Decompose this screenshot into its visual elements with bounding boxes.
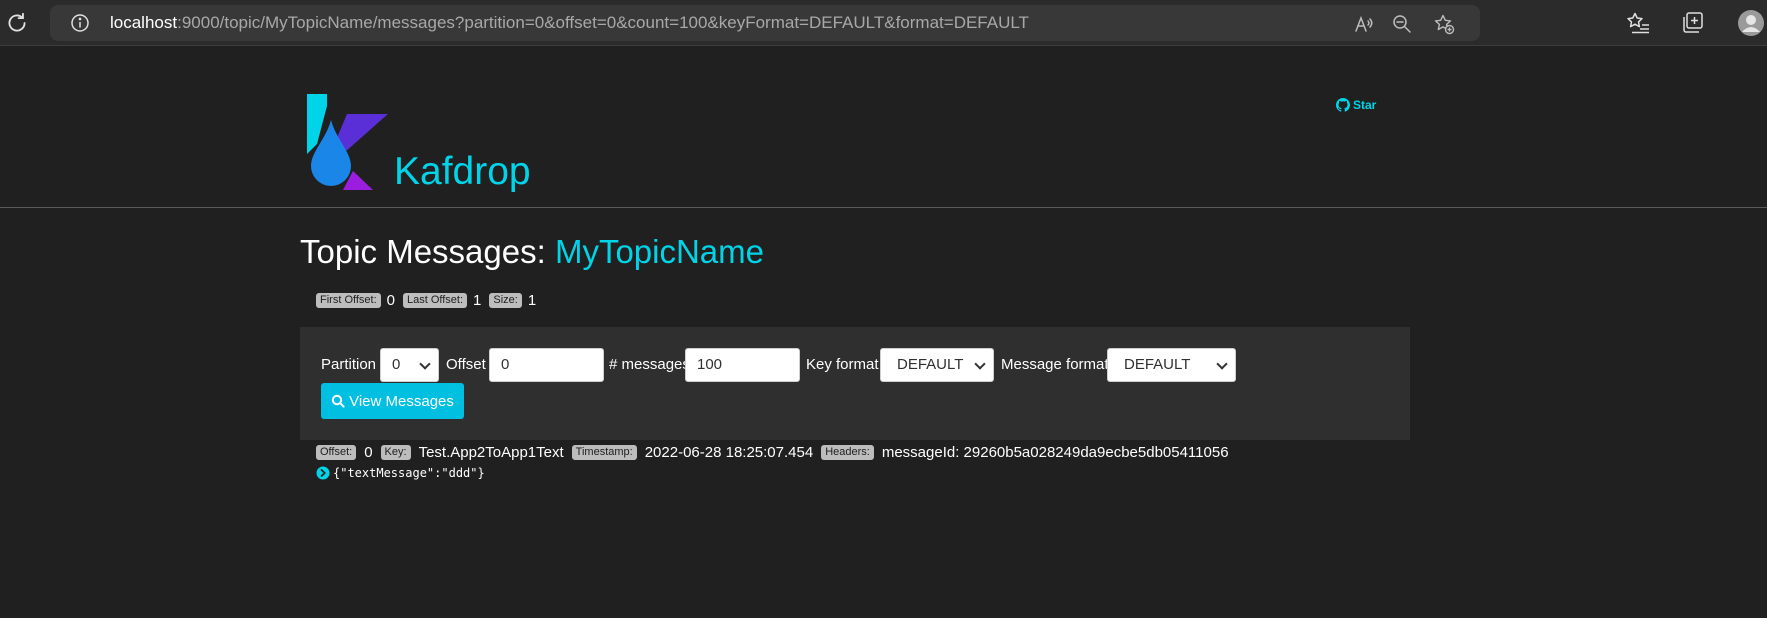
header-divider bbox=[0, 207, 1767, 208]
read-aloud-icon[interactable] bbox=[1352, 13, 1374, 35]
size-badge: Size: bbox=[489, 292, 522, 308]
page-title: Topic Messages: MyTopicName bbox=[300, 232, 764, 272]
view-messages-button[interactable]: View Messages bbox=[321, 383, 464, 419]
key-format-label: Key format bbox=[806, 356, 879, 373]
topic-name: MyTopicName bbox=[554, 233, 765, 270]
url-text[interactable]: localhost:9000/topic/MyTopicName/message… bbox=[110, 13, 1029, 33]
message-offset-value: 0 bbox=[364, 443, 373, 461]
message-timestamp-badge: Timestamp: bbox=[571, 444, 637, 460]
first-offset-badge: First Offset: bbox=[316, 292, 381, 308]
title-prefix: Topic Messages: bbox=[300, 233, 555, 270]
offset-input[interactable]: 0 bbox=[489, 348, 604, 382]
message-offset-badge: Offset: bbox=[316, 444, 357, 460]
view-messages-label: View Messages bbox=[349, 392, 454, 410]
message-timestamp-value: 2022-06-28 18:25:07.454 bbox=[644, 443, 814, 461]
message-key-badge: Key: bbox=[380, 444, 411, 460]
zoom-out-icon[interactable] bbox=[1391, 13, 1413, 35]
github-icon bbox=[1336, 98, 1350, 112]
favorites-icon[interactable] bbox=[1626, 10, 1652, 36]
brand-name: Kafdrop bbox=[394, 150, 531, 193]
message-format-select[interactable]: DEFAULT bbox=[1107, 348, 1236, 382]
last-offset-value: 1 bbox=[473, 291, 482, 309]
search-icon bbox=[331, 394, 345, 408]
kafdrop-logo bbox=[307, 94, 388, 190]
info-icon[interactable] bbox=[70, 13, 90, 33]
message-filter-panel bbox=[300, 327, 1410, 440]
key-format-select[interactable]: DEFAULT bbox=[880, 348, 994, 382]
message-format-label: Message format bbox=[1001, 356, 1109, 373]
size-value: 1 bbox=[527, 291, 537, 309]
payload-text: {"textMessage":"ddd"} bbox=[333, 466, 485, 480]
last-offset-badge: Last Offset: bbox=[402, 292, 468, 308]
partition-label: Partition bbox=[321, 356, 377, 373]
offset-label: Offset bbox=[446, 356, 486, 373]
message-payload: {"textMessage":"ddd"} bbox=[316, 464, 485, 482]
reload-icon[interactable] bbox=[4, 10, 30, 36]
address-bar[interactable]: localhost:9000/topic/MyTopicName/message… bbox=[50, 5, 1480, 41]
message-key-value: Test.App2ToApp1Text bbox=[418, 443, 564, 461]
topic-stats: First Offset: 0 Last Offset: 1 Size: 1 bbox=[316, 289, 544, 311]
url-path: :9000/topic/MyTopicName/messages?partiti… bbox=[177, 13, 1029, 32]
favorite-add-icon[interactable] bbox=[1433, 13, 1455, 35]
message-row: Offset: 0 Key: Test.App2ToApp1Text Times… bbox=[316, 442, 1237, 462]
first-offset-value: 0 bbox=[386, 291, 395, 309]
profile-avatar-icon[interactable] bbox=[1737, 9, 1765, 37]
github-star-link[interactable]: Star bbox=[1336, 97, 1376, 113]
message-headers-value: messageId: 29260b5a028249da9ecbe5db05411… bbox=[881, 443, 1229, 461]
message-headers-badge: Headers: bbox=[821, 444, 874, 460]
star-label: Star bbox=[1353, 98, 1377, 112]
partition-select[interactable]: 0 bbox=[380, 348, 439, 382]
expand-chevron-icon[interactable] bbox=[316, 466, 330, 480]
browser-toolbar: localhost:9000/topic/MyTopicName/message… bbox=[0, 0, 1767, 46]
collections-icon[interactable] bbox=[1680, 10, 1706, 36]
messages-count-input[interactable]: 100 bbox=[685, 348, 800, 382]
messages-count-label: # messages bbox=[609, 356, 690, 373]
url-host: localhost bbox=[110, 13, 178, 32]
